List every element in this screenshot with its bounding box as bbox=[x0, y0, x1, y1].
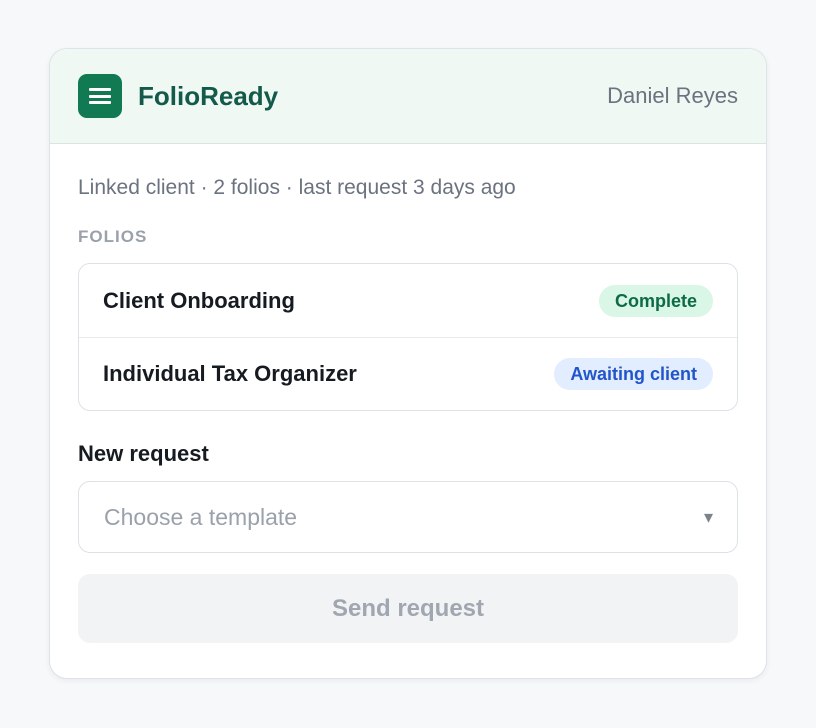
send-request-button[interactable]: Send request bbox=[78, 574, 738, 643]
template-select-placeholder: Choose a template bbox=[104, 503, 298, 530]
menu-lines-icon bbox=[89, 88, 111, 104]
folio-row-client-onboarding[interactable]: Client Onboarding Complete bbox=[79, 264, 737, 337]
card-header: FolioReady Daniel Reyes bbox=[50, 49, 766, 144]
template-select[interactable]: Choose a template ▾ bbox=[78, 481, 738, 553]
app-logo-icon bbox=[78, 74, 122, 118]
status-badge-awaiting: Awaiting client bbox=[554, 358, 713, 390]
folio-card: FolioReady Daniel Reyes Linked client · … bbox=[49, 48, 767, 679]
card-body: Linked client · 2 folios · last request … bbox=[50, 144, 766, 643]
new-request-label: New request bbox=[78, 441, 209, 466]
folio-name: Individual Tax Organizer bbox=[103, 361, 357, 386]
folio-list: Client Onboarding Complete Individual Ta… bbox=[78, 263, 738, 411]
app-name: FolioReady bbox=[138, 80, 279, 111]
chevron-down-icon: ▾ bbox=[703, 506, 713, 527]
status-badge-complete: Complete bbox=[598, 284, 713, 317]
user-name: Daniel Reyes bbox=[607, 83, 738, 108]
folios-section-label: FOLIOS bbox=[78, 227, 148, 246]
folio-name: Client Onboarding bbox=[103, 287, 295, 313]
folio-row-individual-tax-organizer[interactable]: Individual Tax Organizer Awaiting client bbox=[79, 337, 737, 410]
client-meta: Linked client · 2 folios · last request … bbox=[78, 176, 516, 199]
